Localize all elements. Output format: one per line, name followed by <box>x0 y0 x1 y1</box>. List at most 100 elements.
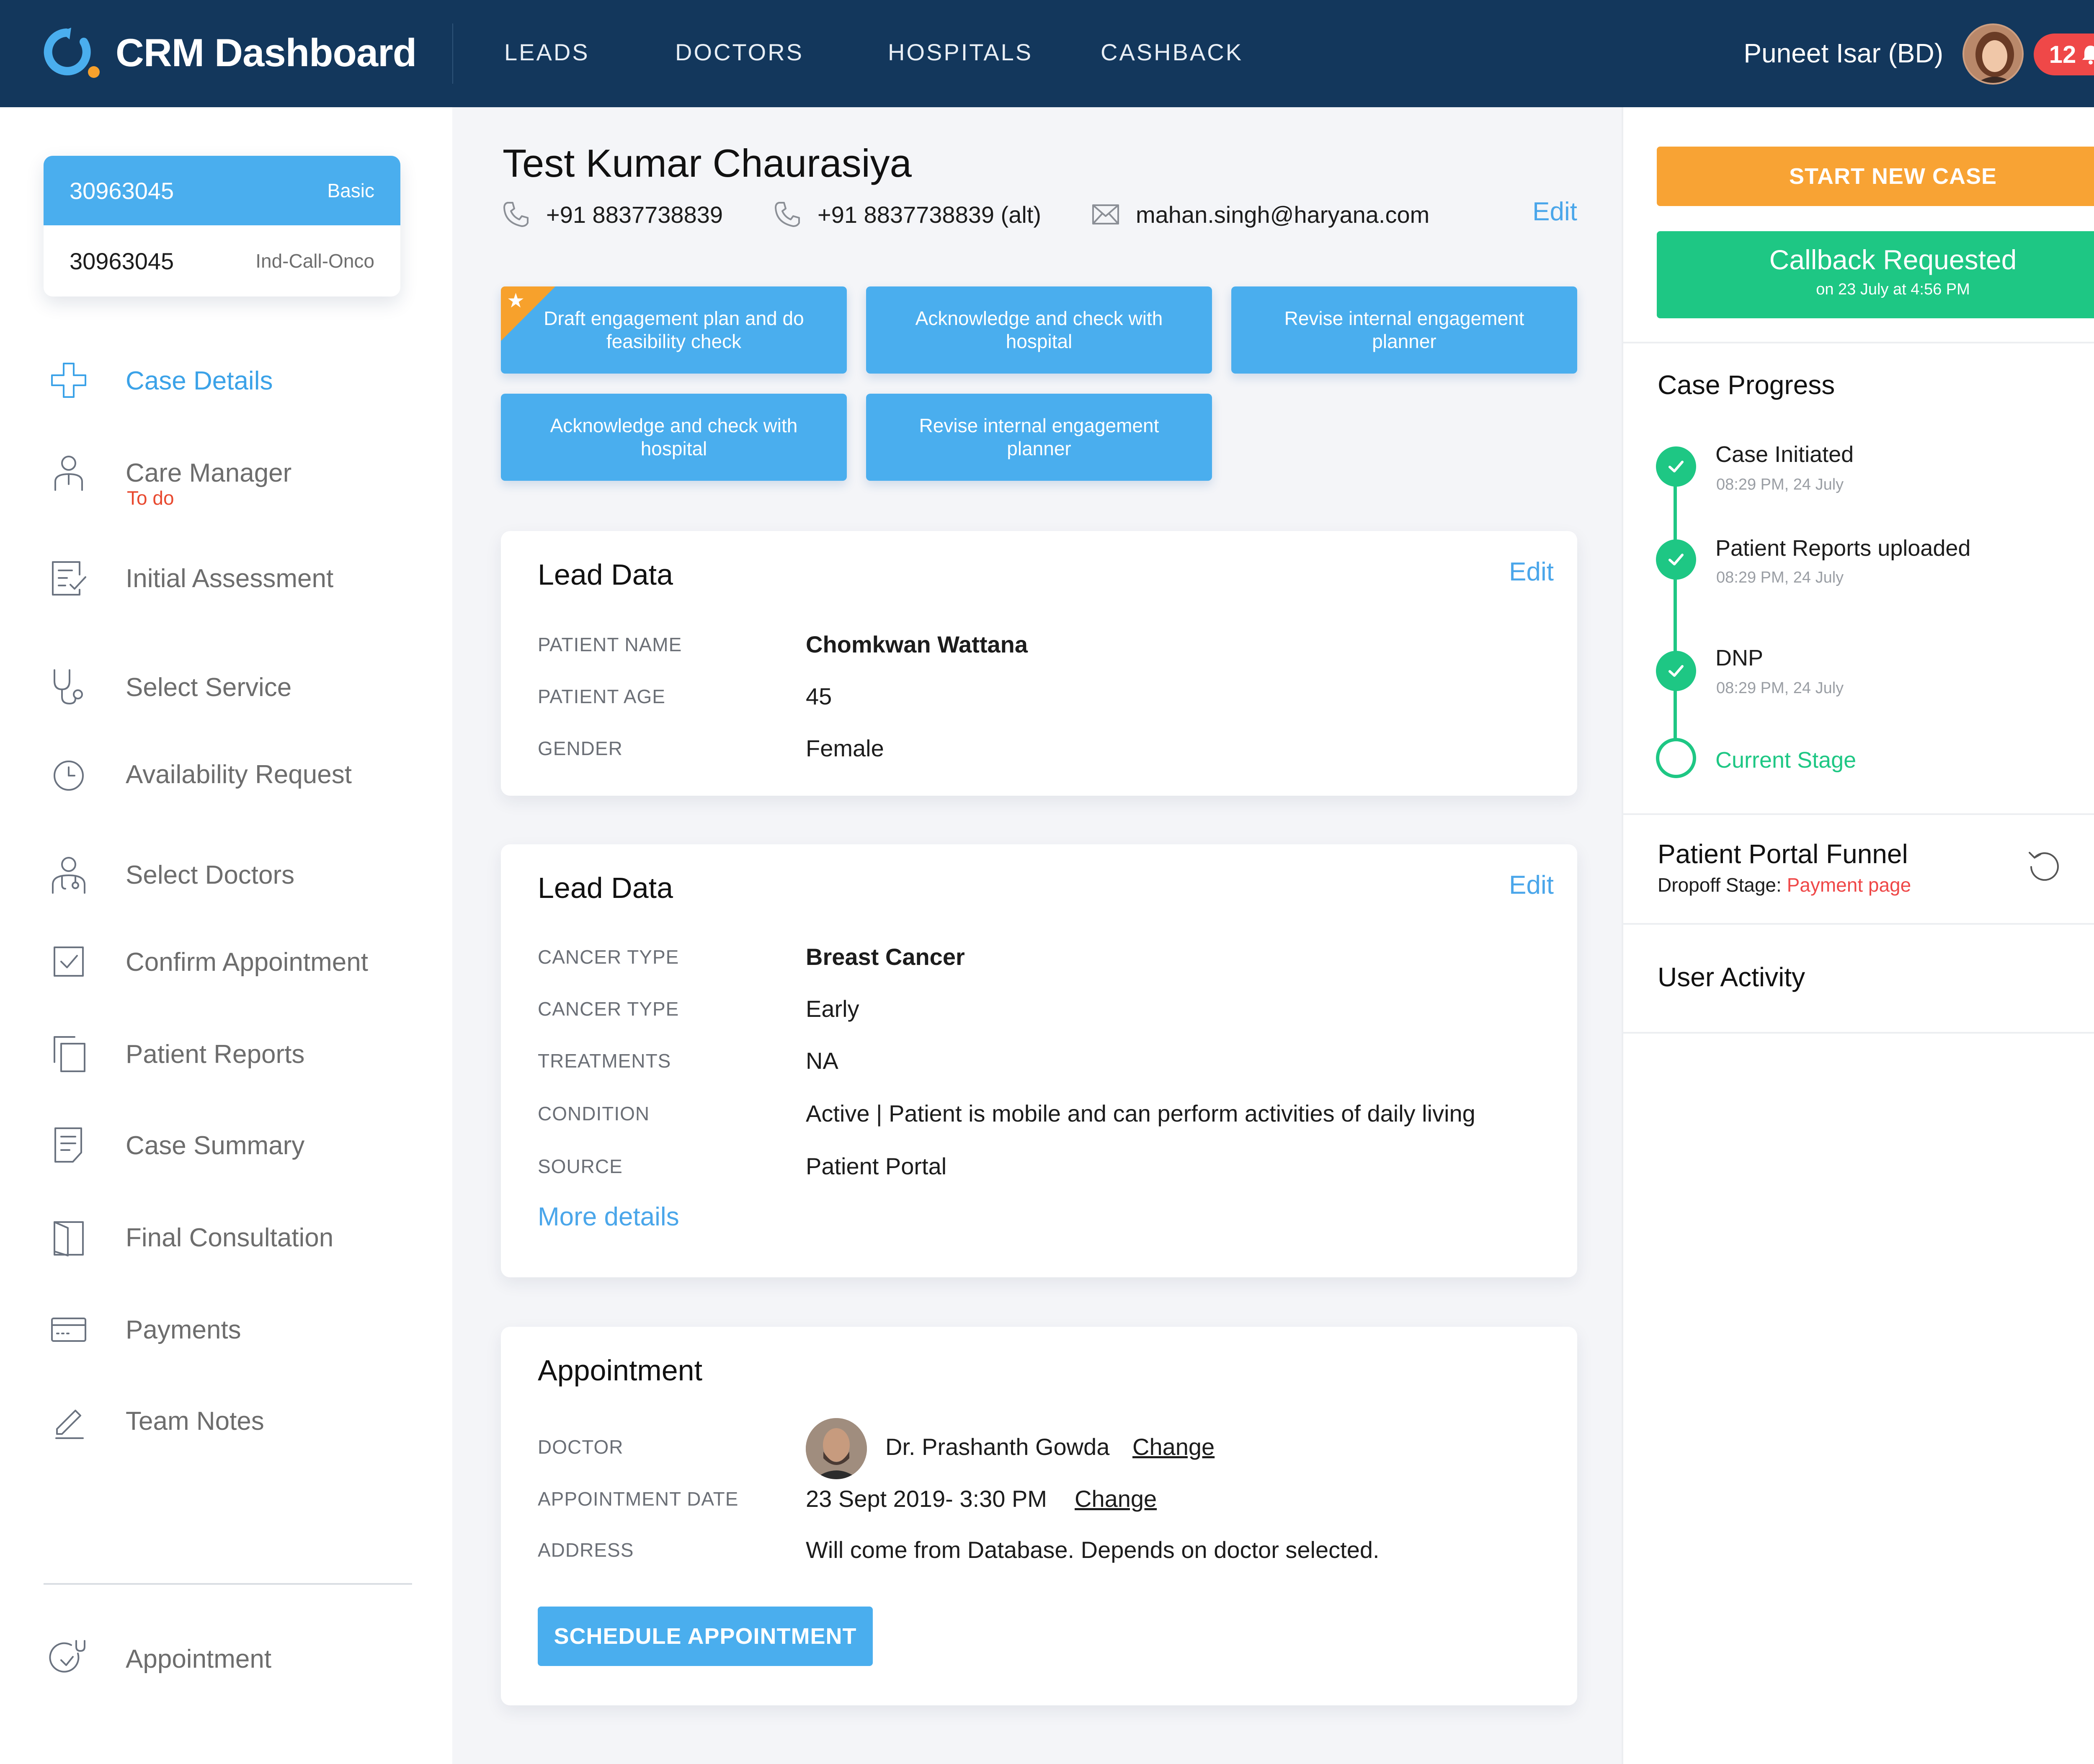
divider <box>1623 1032 2094 1034</box>
funnel-dropoff: Dropoff Stage: Payment page <box>1658 874 1911 896</box>
sidebar-item-availability-request[interactable]: Availability Request <box>0 741 452 804</box>
card-title: Lead Data <box>538 872 673 904</box>
edit-link[interactable]: Edit <box>1509 557 1554 587</box>
field-row: APPOINTMENT DATE 23 Sept 2019- 3:30 PM C… <box>538 1483 1543 1516</box>
edit-link[interactable]: Edit <box>1509 870 1554 900</box>
notification-badge[interactable]: 12 <box>2034 34 2094 75</box>
refresh-icon[interactable] <box>2025 845 2063 883</box>
nav-hospitals[interactable]: HOSPITALS <box>888 39 1033 66</box>
step-label: DNP <box>1715 645 1764 671</box>
sidebar-item-initial-assessment[interactable]: Initial Assessment <box>0 545 452 608</box>
sidebar-item-select-doctors[interactable]: Select Doctors <box>0 842 452 905</box>
nav-cashback[interactable]: CASHBACK <box>1101 39 1243 66</box>
field-label: DOCTOR <box>538 1436 624 1458</box>
sidebar-item-payments[interactable]: Payments <box>0 1297 452 1359</box>
field-value: Patient Portal <box>806 1153 947 1179</box>
field-value: Female <box>806 735 884 761</box>
stethoscope-icon <box>54 669 83 704</box>
field-value: Chomkwan Wattana <box>806 631 1028 658</box>
step-time: 08:29 PM, 24 July <box>1716 679 1844 697</box>
field-value: Early <box>806 995 859 1022</box>
case-tag: Ind-Call-Onco <box>255 250 374 272</box>
task-card[interactable]: ★ Draft engagement plan and do feasibili… <box>501 286 847 374</box>
sidebar-item-appointment[interactable]: Appointment <box>0 1626 452 1689</box>
sidebar-item-case-details[interactable]: Case Details <box>0 348 452 410</box>
timeline-line <box>1674 467 1677 769</box>
email-address: mahan.singh@haryana.com <box>1136 201 1430 228</box>
start-new-case-button[interactable]: START NEW CASE <box>1657 147 2094 206</box>
change-date-link[interactable]: Change <box>1075 1485 1157 1512</box>
sidebar-item-label: Final Consultation <box>126 1223 334 1252</box>
user-name[interactable]: Puneet Isar (BD) <box>1743 38 1943 69</box>
address-value: Will come from Database. Depends on doct… <box>806 1537 1380 1563</box>
field-label: ADDRESS <box>538 1539 634 1561</box>
sidebar-item-label: Team Notes <box>126 1407 264 1436</box>
field-value: Breast Cancer <box>806 944 965 970</box>
contact-email[interactable]: mahan.singh@haryana.com <box>1091 199 1429 230</box>
pencil-icon <box>55 1410 84 1439</box>
sidebar-item-confirm-appointment[interactable]: Confirm Appointment <box>0 929 452 992</box>
sidebar-item-select-service[interactable]: Select Service <box>0 654 452 717</box>
document-icon <box>54 1127 82 1163</box>
check-icon <box>1656 539 1696 580</box>
more-details-link[interactable]: More details <box>538 1202 679 1232</box>
credit-card-icon <box>51 1318 86 1342</box>
task-card[interactable]: Acknowledge and check with hospital <box>501 394 847 481</box>
check-icon <box>1656 651 1696 691</box>
sidebar-item-label: Patient Reports <box>126 1040 305 1069</box>
case-selector-secondary[interactable]: 30963045 Ind-Call-Onco <box>44 225 400 297</box>
sidebar-item-care-manager[interactable]: Care Manager To do <box>0 440 452 509</box>
case-id: 30963045 <box>70 248 174 274</box>
sidebar-item-label: Payments <box>126 1315 241 1344</box>
sidebar-item-label: Care Manager <box>126 459 292 487</box>
current-stage-label: Current Stage <box>1715 748 1857 773</box>
task-label: Revise internal engagement planner <box>919 414 1159 459</box>
nav-leads[interactable]: LEADS <box>504 39 590 66</box>
field-label: GENDER <box>538 738 623 759</box>
field-label: CANCER TYPE <box>538 946 679 968</box>
page-title: Test Kumar Chaurasiya <box>503 141 912 185</box>
case-selector[interactable]: 30963045 Basic 30963045 Ind-Call-Onco <box>44 156 400 297</box>
nav-doctors[interactable]: DOCTORS <box>675 39 804 66</box>
contact-phone-alt[interactable]: +91 8837738839 (alt) <box>772 199 1041 230</box>
phone-icon <box>775 202 800 227</box>
sidebar-item-case-summary[interactable]: Case Summary <box>0 1112 452 1175</box>
divider <box>1623 813 2094 815</box>
change-doctor-link[interactable]: Change <box>1132 1433 1215 1460</box>
case-selector-primary[interactable]: 30963045 Basic <box>44 156 400 225</box>
task-card[interactable]: Acknowledge and check with hospital <box>866 286 1212 374</box>
user-activity-title: User Activity <box>1658 962 1805 992</box>
sidebar-item-label: Confirm Appointment <box>126 948 368 977</box>
field-label: PATIENT NAME <box>538 634 682 655</box>
field-row: SOURCE Patient Portal <box>538 1150 1543 1184</box>
sidebar-item-label: Appointment <box>126 1645 272 1674</box>
mail-icon <box>1092 204 1119 224</box>
task-card[interactable]: Revise internal engagement planner <box>1231 286 1577 374</box>
divider <box>452 23 453 84</box>
user-avatar[interactable] <box>1962 23 2024 85</box>
doctor-avatar <box>806 1418 867 1479</box>
callback-requested-button[interactable]: Callback Requested on 23 July at 4:56 PM <box>1657 231 2094 318</box>
field-value: NA <box>806 1047 838 1074</box>
sidebar-item-patient-reports[interactable]: Patient Reports <box>0 1021 452 1084</box>
sidebar-item-team-notes[interactable]: Team Notes <box>0 1388 452 1451</box>
task-card[interactable]: Revise internal engagement planner <box>866 394 1212 481</box>
edit-contact-link[interactable]: Edit <box>1532 197 1577 227</box>
field-row: GENDER Female <box>538 732 1543 766</box>
schedule-appointment-button[interactable]: SCHEDULE APPOINTMENT <box>538 1607 873 1666</box>
star-icon: ★ <box>507 290 525 312</box>
divider <box>1623 342 2094 343</box>
sidebar-item-label: Case Details <box>126 366 273 395</box>
right-panel: START NEW CASE Callback Requested on 23 … <box>1622 107 2094 1764</box>
sidebar-item-final-consultation[interactable]: Final Consultation <box>0 1204 452 1267</box>
task-label: Revise internal engagement planner <box>1284 307 1524 352</box>
field-label: TREATMENTS <box>538 1050 671 1072</box>
top-navbar: CRM Dashboard LEADS DOCTORS HOSPITALS CA… <box>0 0 2094 107</box>
field-row: ADDRESS Will come from Database. Depends… <box>538 1534 1543 1567</box>
callback-time: on 23 July at 4:56 PM <box>1816 281 1970 298</box>
card-title: Lead Data <box>538 558 673 591</box>
divider <box>44 1583 412 1585</box>
field-row: DOCTOR Dr. Prashanth Gowda Change <box>538 1418 1543 1479</box>
contact-phone[interactable]: +91 8837738839 <box>501 199 723 230</box>
care-manager-icon <box>54 456 83 491</box>
